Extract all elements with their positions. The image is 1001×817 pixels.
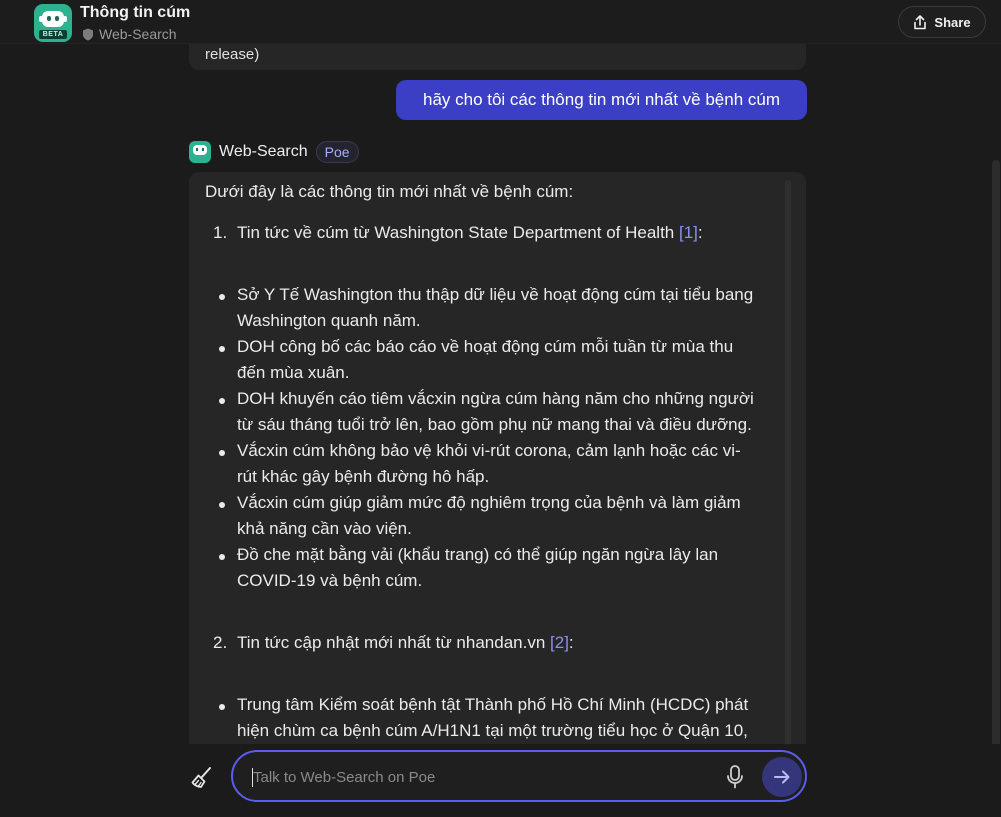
- bullet-dot: [219, 450, 225, 456]
- bullet-dot: [219, 554, 225, 560]
- bullet-dot: [219, 502, 225, 508]
- bot-message: Dưới đây là các thông tin mới nhất về bệ…: [189, 172, 806, 744]
- share-label: Share: [934, 14, 971, 30]
- bot-message-header: Web-Search Poe: [189, 140, 359, 164]
- list-item: Vắcxin cúm không bảo vệ khỏi vi-rút coro…: [237, 441, 741, 460]
- list-item-cont: COVID-19 và bệnh cúm.: [237, 571, 423, 590]
- share-button[interactable]: Share: [898, 6, 986, 38]
- list-item-cont: từ sáu tháng tuổi trở lên, bao gồm phụ n…: [237, 415, 752, 434]
- arrow-right-icon: [774, 770, 790, 784]
- beta-badge: BETA: [39, 30, 67, 39]
- list-item-cont: khả năng cần vào viện.: [237, 519, 412, 538]
- bullet-dot: [219, 346, 225, 352]
- citation-link[interactable]: [1]: [679, 223, 698, 242]
- list-item: Đồ che mặt bằng vải (khẩu trang) có thể …: [237, 545, 719, 564]
- chat-title: Thông tin cúm: [80, 4, 191, 21]
- section-title: Tin tức cập nhật mới nhất từ nhandan.vn …: [237, 633, 574, 652]
- robot-eye-left: [47, 16, 51, 21]
- section-number: 1.: [213, 223, 228, 242]
- bullet-dot: [219, 398, 225, 404]
- previous-bot-message: release): [189, 44, 806, 70]
- previous-message-text: release): [205, 46, 260, 63]
- voice-input-button[interactable]: [723, 764, 747, 790]
- section-number: 2.: [213, 633, 228, 652]
- list-item: DOH khuyến cáo tiêm vắcxin ngừa cúm hàng…: [237, 389, 754, 408]
- message-scrollbar[interactable]: [785, 180, 791, 744]
- bot-avatar[interactable]: BETA: [34, 4, 72, 42]
- bot-name[interactable]: Web-Search: [219, 143, 308, 161]
- bullet-dot: [219, 704, 225, 710]
- bullet-dot: [219, 294, 225, 300]
- chat-app: BETA Thông tin cúm Web-Search Share rele…: [0, 0, 1001, 817]
- list-item: Sở Y Tế Washington thu thập dữ liệu về h…: [237, 285, 754, 304]
- list-item-cont: hiện chùm ca bệnh cúm A/H1N1 tại một trư…: [237, 721, 748, 740]
- conversation[interactable]: release) hãy cho tôi các thông tin mới n…: [0, 44, 1001, 744]
- message-input-wrapper: [231, 750, 807, 802]
- citation-link[interactable]: [2]: [550, 633, 569, 652]
- list-item: Vắcxin cúm giúp giảm mức độ nghiêm trọng…: [237, 493, 741, 512]
- list-item-cont: rút khác gây bệnh đường hô hấp.: [237, 467, 490, 486]
- share-icon: [914, 14, 927, 29]
- composer: [0, 744, 1001, 817]
- page-scrollbar[interactable]: [992, 160, 1000, 750]
- robot-eye-right: [55, 16, 59, 21]
- bot-mini-avatar-icon: [189, 141, 211, 163]
- clear-context-button[interactable]: [186, 762, 218, 794]
- microphone-icon: [727, 765, 743, 789]
- chat-header: BETA Thông tin cúm Web-Search Share: [0, 0, 1001, 44]
- bot-subtitle[interactable]: Web-Search: [82, 26, 177, 42]
- subtitle-label: Web-Search: [99, 26, 177, 42]
- shield-icon: [83, 28, 93, 40]
- send-button[interactable]: [762, 757, 802, 797]
- list-item: DOH công bố các báo cáo về hoạt động cúm…: [237, 337, 734, 356]
- broom-icon: [191, 767, 211, 788]
- robot-face-icon: [42, 11, 64, 27]
- section-title: Tin tức về cúm từ Washington State Depar…: [237, 223, 703, 242]
- list-item: Trung tâm Kiểm soát bệnh tật Thành phố H…: [237, 695, 749, 714]
- list-item-cont: Washington quanh năm.: [237, 311, 421, 330]
- reply-intro: Dưới đây là các thông tin mới nhất về bệ…: [205, 182, 574, 201]
- message-input[interactable]: [253, 762, 713, 792]
- list-item-cont: đến mùa xuân.: [237, 363, 350, 382]
- poe-tag: Poe: [315, 141, 359, 163]
- user-message: hãy cho tôi các thông tin mới nhất về bệ…: [396, 80, 807, 120]
